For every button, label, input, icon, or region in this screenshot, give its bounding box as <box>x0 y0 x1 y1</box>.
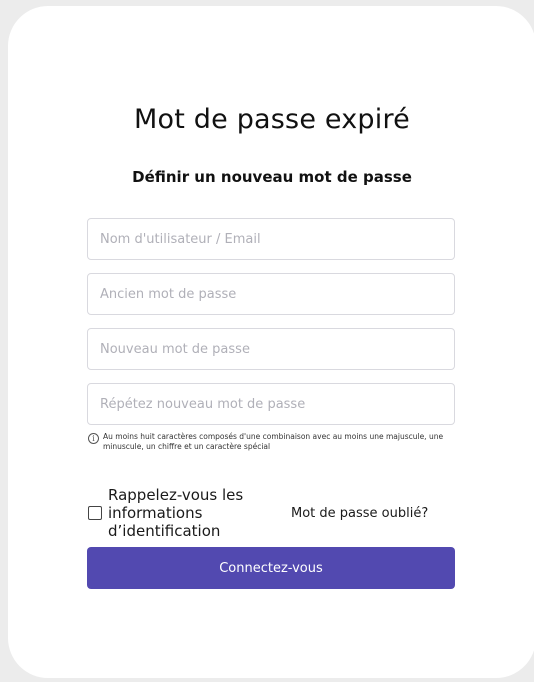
old-password-input[interactable] <box>87 273 455 315</box>
username-email-input[interactable] <box>87 218 455 260</box>
remember-me-checkbox[interactable] <box>88 506 102 520</box>
login-button[interactable]: Connectez-vous <box>87 547 455 589</box>
info-icon: i <box>88 433 99 444</box>
remember-me-label[interactable]: Rappelez-vous les informations d’identif… <box>108 486 278 540</box>
forgot-password-link[interactable]: Mot de passe oublié? <box>291 506 428 521</box>
remember-me: Rappelez-vous les informations d’identif… <box>88 486 278 540</box>
repeat-password-input[interactable] <box>87 383 455 425</box>
page-subtitle: Définir un nouveau mot de passe <box>132 168 412 186</box>
new-password-input[interactable] <box>87 328 455 370</box>
page-title: Mot de passe expiré <box>133 104 410 135</box>
password-requirements-text: Au moins huit caractères composés d'une … <box>103 432 444 451</box>
login-card: Mot de passe expiré Définir un nouveau m… <box>8 6 534 678</box>
password-requirements-hint: i Au moins huit caractères composés d'un… <box>88 432 458 452</box>
